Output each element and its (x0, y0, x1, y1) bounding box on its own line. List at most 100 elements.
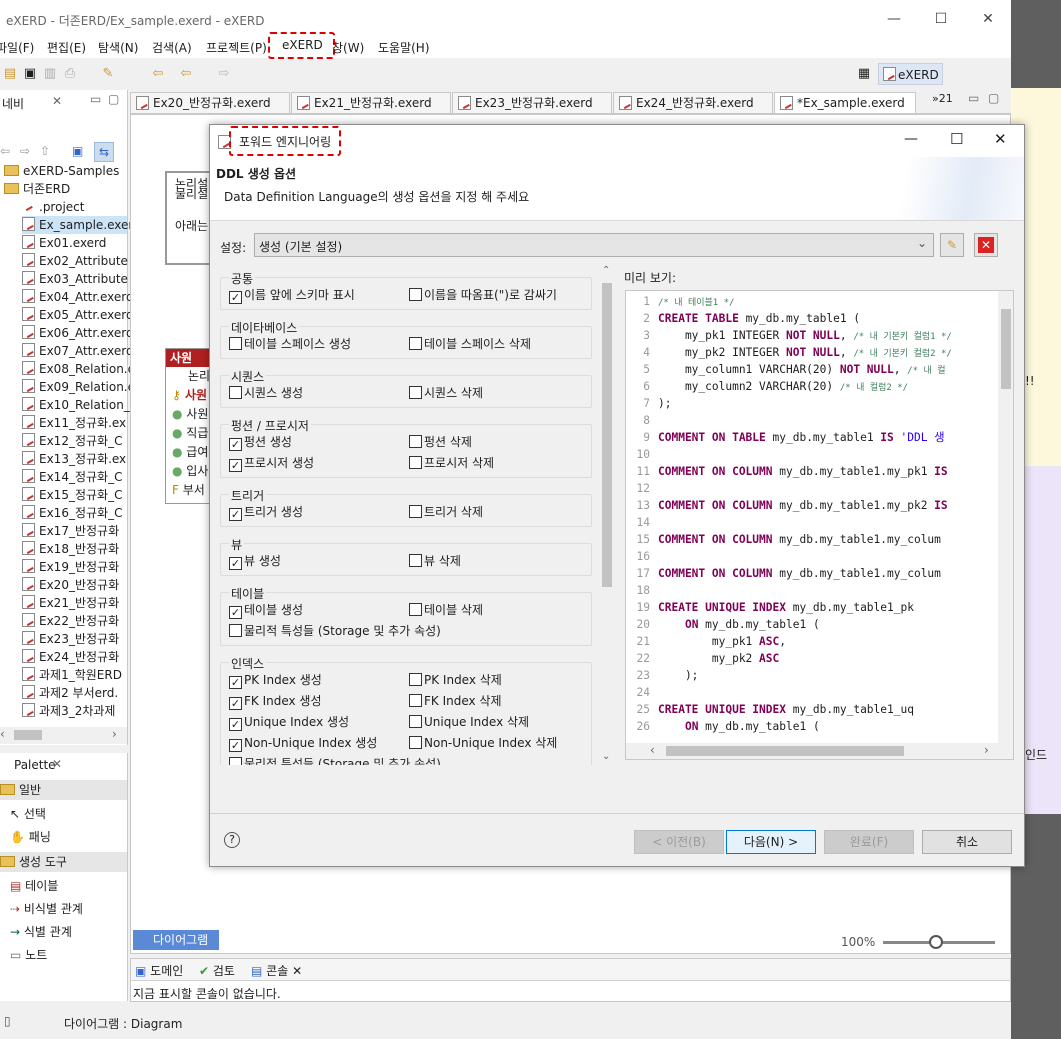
minimize-editor-icon[interactable]: ▭ (968, 91, 979, 105)
more-tabs[interactable]: »21 (932, 92, 953, 105)
delete-setting-button[interactable]: ✕ (974, 233, 998, 257)
tree-file[interactable]: Ex13_정규화.ex (22, 450, 126, 468)
option-checkbox[interactable]: ✓ FK Index 생성 (229, 692, 322, 710)
option-checkbox[interactable]: 시퀀스 생성 (229, 384, 303, 401)
option-checkbox[interactable]: 이름을 따옴표(")로 감싸기 (409, 286, 557, 303)
unchecked-icon[interactable] (229, 337, 242, 350)
next-button[interactable]: 다음(N) > (726, 830, 816, 854)
option-checkbox[interactable]: ✓ 트리거 생성 (229, 503, 303, 521)
tab-domain[interactable]: ▣ 도메인 (135, 962, 183, 979)
option-checkbox[interactable]: ✓ 테이블 생성 (229, 601, 303, 619)
minimize-icon[interactable]: — (884, 9, 904, 29)
unchecked-icon[interactable] (409, 673, 422, 686)
save-all-icon[interactable]: ▥ (42, 66, 58, 82)
palette-general-drawer[interactable]: 일반 (0, 780, 127, 800)
palette-select[interactable]: ↖ 선택 (10, 805, 46, 822)
unchecked-icon[interactable] (409, 715, 422, 728)
option-checkbox[interactable]: 테이블 스페이스 생성 (229, 335, 351, 352)
menu-project[interactable]: 프로젝트(P) (206, 39, 267, 56)
close-palette-icon[interactable]: ✕ (52, 757, 62, 771)
setting-select[interactable]: 생성 (기본 설정) ⌄ (254, 233, 934, 257)
unchecked-icon[interactable] (409, 694, 422, 707)
tree-file[interactable]: Ex15_정규화_C (22, 486, 122, 504)
tree-file[interactable]: 과제3_2차과제 (22, 702, 115, 720)
palette-nonid-rel[interactable]: ⇢ 비식별 관계 (10, 900, 83, 917)
link-editor-icon[interactable]: ⇆ (94, 142, 114, 162)
option-checkbox[interactable]: ✓ 이름 앞에 스키마 표시 (229, 286, 355, 304)
preview-hscroll[interactable]: ‹ › (626, 743, 1013, 759)
tab-ex20[interactable]: Ex20_반정규화.exerd (130, 92, 290, 114)
option-checkbox[interactable]: FK Index 삭제 (409, 692, 502, 709)
menu-search[interactable]: 검색(A) (152, 39, 192, 56)
unchecked-icon[interactable] (409, 337, 422, 350)
option-checkbox[interactable]: Non-Unique Index 삭제 (409, 734, 557, 751)
palette-pan[interactable]: ✋ 패닝 (10, 828, 51, 845)
option-checkbox[interactable]: ✓ PK Index 생성 (229, 671, 322, 689)
tree-file[interactable]: Ex08_Relation.e (22, 360, 135, 378)
unchecked-icon[interactable] (409, 288, 422, 301)
back-button[interactable]: < 이전(B) (634, 830, 724, 854)
checked-icon[interactable]: ✓ (229, 606, 242, 619)
maximize-editor-icon[interactable]: ▢ (988, 91, 999, 105)
checked-icon[interactable]: ✓ (229, 508, 242, 521)
option-checkbox[interactable]: PK Index 삭제 (409, 671, 502, 688)
tree-file[interactable]: Ex11_정규화.ex (22, 414, 126, 432)
tab-ex24[interactable]: Ex24_반정규화.exerd (613, 92, 773, 114)
unchecked-icon[interactable] (409, 435, 422, 448)
tree-file[interactable]: 과제2 부서erd. (22, 684, 118, 702)
tree-file[interactable]: Ex23_반정규화 (22, 630, 119, 648)
new-icon[interactable]: ▤ (2, 66, 18, 82)
tool-icon[interactable]: ✎ (100, 66, 116, 82)
tree-file[interactable]: 과제1_학원ERD (22, 666, 122, 684)
collapse-all-icon[interactable]: ▣ (72, 144, 83, 158)
checked-icon[interactable]: ✓ (229, 676, 242, 689)
menu-exerd[interactable]: eXERD (268, 32, 335, 59)
palette-tools-drawer[interactable]: 생성 도구 (0, 852, 127, 872)
tree-file[interactable]: Ex21_반정규화 (22, 594, 119, 612)
menu-navigate[interactable]: 탐색(N) (98, 39, 138, 56)
checked-icon[interactable]: ✓ (229, 739, 242, 752)
print-icon[interactable]: ⎙ (62, 66, 78, 82)
checked-icon[interactable]: ✓ (229, 718, 242, 731)
unchecked-icon[interactable] (229, 757, 242, 765)
checked-icon[interactable]: ✓ (229, 291, 242, 304)
tree-file[interactable]: Ex14_정규화_C (22, 468, 122, 486)
palette-note[interactable]: ▭ 노트 (10, 946, 47, 963)
diagram-note[interactable]: 논리설 물리설 아래는 (165, 171, 215, 265)
tree-file[interactable]: Ex10_Relation_ (22, 396, 130, 414)
options-vscroll[interactable]: ⌃ ⌄ (600, 265, 614, 765)
checked-icon[interactable]: ✓ (229, 557, 242, 570)
maximize-icon[interactable]: ☐ (931, 9, 951, 29)
tree-folder[interactable]: eXERD-Samples (4, 162, 119, 180)
tab-ex23[interactable]: Ex23_반정규화.exerd (452, 92, 612, 114)
palette-table[interactable]: ▤ 테이블 (10, 877, 58, 894)
tab-ex-sample[interactable]: *Ex_sample.exerd ✕ (774, 92, 916, 130)
perspective-exerd[interactable]: eXERD (878, 63, 943, 85)
tree-file[interactable]: Ex_sample.exer (22, 216, 133, 234)
menu-edit[interactable]: 편집(E) (47, 39, 86, 56)
tree-file[interactable]: .project (22, 198, 84, 216)
option-checkbox[interactable]: 뷰 삭제 (409, 552, 461, 569)
ddl-preview[interactable]: 1 /* 내 테이블1 */ 2 CREATE TABLE my_db.my_tabl… (625, 290, 1014, 760)
maximize-view-icon[interactable]: ▢ (108, 92, 119, 106)
tree-file[interactable]: Ex24_반정규화 (22, 648, 119, 666)
back-icon[interactable]: ⇦ (0, 144, 10, 158)
prev-icon[interactable]: ⇦ (178, 66, 194, 82)
tab-review[interactable]: ✔ 검토 (199, 962, 235, 979)
tab-ex21[interactable]: Ex21_반정규화.exerd (291, 92, 451, 114)
option-checkbox[interactable]: ✓ 펑션 생성 (229, 433, 292, 451)
finish-button[interactable]: 완료(F) (824, 830, 914, 854)
save-icon[interactable]: ▣ (22, 66, 38, 82)
entity-sawon[interactable]: 사원 논리 ⚷ 사원 ● 사원 ● 직급 ● 급여 ● 입사 F 부서 (165, 348, 215, 504)
unchecked-icon[interactable] (409, 386, 422, 399)
option-checkbox[interactable]: 펑션 삭제 (409, 433, 472, 450)
diagram-tab[interactable]: 다이어그램 (133, 930, 219, 950)
tree-file[interactable]: Ex12_정규화_C (22, 432, 122, 450)
unchecked-icon[interactable] (409, 456, 422, 469)
tree-file[interactable]: Ex09_Relation.e (22, 378, 135, 396)
tree-file[interactable]: Ex16_정규화_C (22, 504, 122, 522)
tree-file[interactable]: Ex06_Attr.exerd (22, 324, 134, 342)
checked-icon[interactable]: ✓ (229, 438, 242, 451)
unchecked-icon[interactable] (409, 736, 422, 749)
help-icon[interactable]: ? (224, 832, 240, 848)
